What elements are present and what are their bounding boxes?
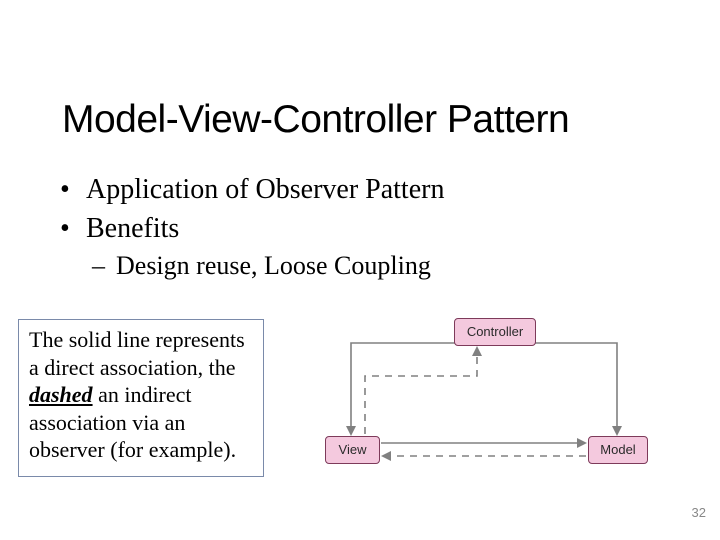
diagram-arrows [293,318,693,508]
diagram-box-view: View [325,436,380,464]
diagram-box-controller: Controller [454,318,536,346]
arrow-controller-to-model [533,343,617,434]
arrowhead-controller-to-model [612,426,622,436]
mvc-diagram: Controller View Model [293,318,693,508]
arrowhead-controller-to-view [346,426,356,436]
arrow-view-to-controller [365,348,477,434]
page-number: 32 [692,505,706,520]
arrowhead-view-to-controller [472,346,482,356]
bullet-benefits: Benefits [60,211,444,246]
arrowhead-model-to-view [381,451,391,461]
callout-dashed-word: dashed [29,382,93,407]
diagram-box-model: Model [588,436,648,464]
slide: Model-View-Controller Pattern Applicatio… [0,0,720,540]
legend-callout: The solid line represents a direct assoc… [18,319,264,477]
arrowhead-view-to-model [577,438,587,448]
bullet-application-observer: Application of Observer Pattern [60,172,444,207]
slide-title: Model-View-Controller Pattern [62,98,569,142]
callout-text-1: The solid line represents a direct assoc… [29,327,245,380]
subbullet-design-reuse: Design reuse, Loose Coupling [92,250,444,283]
bullet-list: Application of Observer Pattern Benefits… [60,172,444,283]
arrow-controller-to-view [351,343,459,434]
